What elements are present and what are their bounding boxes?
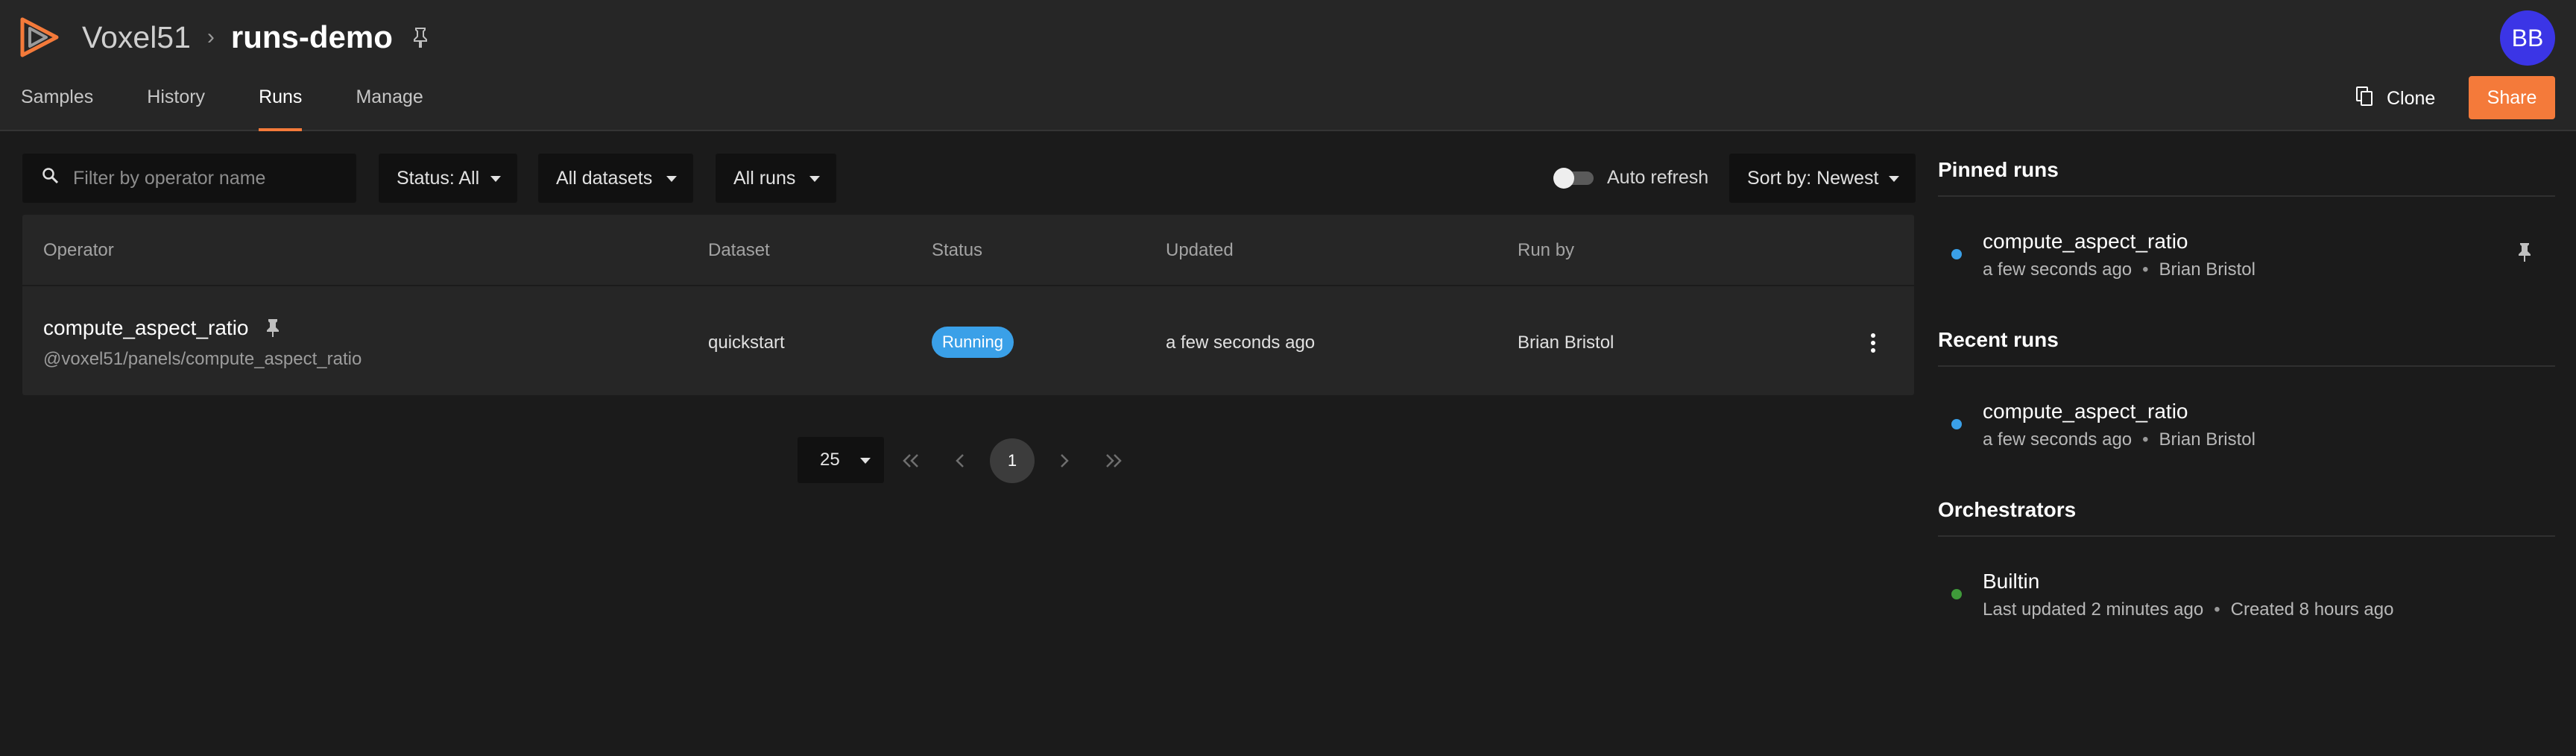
run-status-dot	[1951, 249, 1962, 259]
sort-dropdown[interactable]: Sort by: Newest	[1729, 154, 1916, 203]
breadcrumb-separator: ›	[206, 25, 215, 49]
brand-name[interactable]: Voxel51	[82, 20, 191, 55]
dataset-title[interactable]: runs-demo	[231, 19, 393, 55]
run-status-dot	[1951, 419, 1962, 429]
dataset-filter-label: All datasets	[556, 167, 653, 189]
column-status: Status	[932, 240, 983, 260]
status-filter-label: Status: All	[397, 167, 480, 189]
pin-icon[interactable]	[2516, 242, 2533, 266]
copy-icon	[2355, 86, 2373, 112]
user-avatar[interactable]: BB	[2500, 10, 2555, 66]
sort-label: Sort by: Newest	[1747, 167, 1879, 189]
column-operator: Operator	[43, 240, 114, 260]
operator-uri: @voxel51/panels/compute_aspect_ratio	[43, 349, 362, 369]
pinned-run-user: Brian Bristol	[2159, 259, 2255, 280]
tab-runs[interactable]: Runs	[259, 81, 303, 131]
tab-history[interactable]: History	[147, 81, 205, 131]
runs-filter-label: All runs	[733, 167, 796, 189]
current-page-button[interactable]: 1	[990, 438, 1035, 483]
column-run-by: Run by	[1518, 240, 1575, 260]
operator-name: compute_aspect_ratio	[43, 316, 280, 340]
meta-separator: •	[2142, 429, 2149, 450]
caret-down-icon	[809, 176, 820, 182]
share-button[interactable]: Share	[2469, 76, 2555, 119]
divider	[1938, 365, 2555, 367]
caret-down-icon	[666, 176, 677, 182]
page-size-value: 25	[820, 450, 840, 470]
meta-separator: •	[2214, 599, 2220, 620]
divider	[1938, 535, 2555, 537]
column-dataset: Dataset	[708, 240, 770, 260]
first-page-icon[interactable]	[894, 444, 927, 477]
pinned-run-time: a few seconds ago	[1983, 259, 2133, 280]
caret-down-icon	[860, 458, 871, 464]
pin-dataset-icon[interactable]	[412, 27, 429, 48]
page-size-select[interactable]: 25	[798, 437, 884, 483]
caret-down-icon	[490, 176, 501, 182]
recent-run-user: Brian Bristol	[2159, 429, 2255, 450]
pin-icon[interactable]	[265, 318, 280, 338]
caret-down-icon	[1889, 176, 1899, 182]
runs-table: Operator Dataset Status Updated Run by c…	[22, 215, 1914, 395]
recent-runs-title: Recent runs	[1938, 328, 2059, 351]
operator-name-text: compute_aspect_ratio	[43, 316, 249, 339]
tab-manage[interactable]: Manage	[356, 81, 423, 131]
brand: Voxel51 › runs-demo	[18, 13, 429, 61]
status-filter-dropdown[interactable]: Status: All	[379, 154, 517, 203]
operator-search[interactable]	[22, 154, 356, 203]
orchestrator-status-dot	[1951, 589, 1962, 599]
table-header: Operator Dataset Status Updated Run by	[22, 215, 1914, 286]
row-dataset: quickstart	[708, 333, 785, 353]
orchestrator-meta: Last updated 2 minutes ago • Created 8 hou…	[1983, 599, 2393, 620]
pinned-run-name: compute_aspect_ratio	[1983, 230, 2188, 253]
meta-separator: •	[2142, 259, 2149, 280]
top-bar: Voxel51 › runs-demo BB Samples History R…	[0, 0, 2576, 131]
runs-filter-dropdown[interactable]: All runs	[716, 154, 836, 203]
column-updated: Updated	[1166, 240, 1234, 260]
status-badge: Running	[932, 327, 1014, 358]
pinned-runs-title: Pinned runs	[1938, 158, 2059, 181]
recent-run-meta: a few seconds ago • Brian Bristol	[1983, 429, 2255, 450]
recent-run-time: a few seconds ago	[1983, 429, 2133, 450]
recent-run-name: compute_aspect_ratio	[1983, 400, 2188, 423]
row-run-by: Brian Bristol	[1518, 333, 1614, 353]
pinned-run-meta: a few seconds ago • Brian Bristol	[1983, 259, 2255, 280]
orchestrator-name: Builtin	[1983, 570, 2040, 593]
search-input[interactable]	[73, 167, 341, 189]
tab-bar: Samples History Runs Manage	[21, 81, 477, 131]
orchestrators-title: Orchestrators	[1938, 498, 2077, 521]
orchestrator-created: Created 8 hours ago	[2230, 599, 2394, 620]
auto-refresh-label: Auto refresh	[1607, 167, 1709, 188]
divider	[1938, 195, 2555, 197]
previous-page-icon[interactable]	[944, 444, 976, 477]
search-icon	[42, 167, 60, 190]
orchestrator-updated: Last updated 2 minutes ago	[1983, 599, 2204, 620]
row-actions-menu-icon[interactable]	[1862, 328, 1884, 358]
dataset-filter-dropdown[interactable]: All datasets	[538, 154, 693, 203]
auto-refresh-toggle[interactable]	[1553, 167, 1595, 189]
toggle-knob	[1553, 168, 1574, 189]
last-page-icon[interactable]	[1097, 444, 1130, 477]
row-updated: a few seconds ago	[1166, 333, 1316, 353]
clone-button[interactable]: Clone	[2355, 78, 2435, 119]
tab-samples[interactable]: Samples	[21, 81, 93, 131]
table-row[interactable]: compute_aspect_ratio @voxel51/panels/com…	[22, 286, 1914, 395]
clone-label: Clone	[2387, 87, 2436, 109]
voxel51-logo-icon[interactable]	[18, 16, 63, 58]
next-page-icon[interactable]	[1048, 444, 1081, 477]
